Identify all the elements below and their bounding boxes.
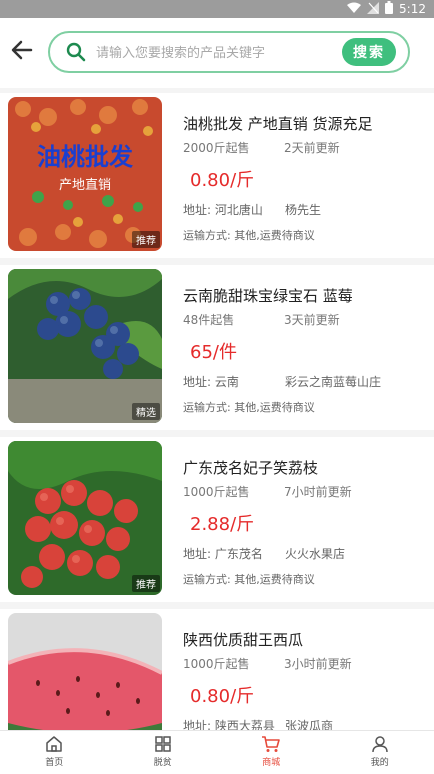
- tab-mall[interactable]: 商城: [217, 731, 326, 771]
- product-card[interactable]: 推荐 广东茂名妃子笑荔枝 1000斤起售 7小时前更新 2.88/斤 地址: 广…: [0, 437, 434, 602]
- updated-time: 7小时前更新: [284, 483, 352, 500]
- svg-text:产地直销: 产地直销: [59, 178, 111, 193]
- signal-icon: [367, 2, 379, 17]
- search-input[interactable]: [94, 41, 334, 65]
- updated-time: 2天前更新: [284, 139, 340, 156]
- product-title: 云南脆甜珠宝绿宝石 蓝莓: [183, 285, 353, 306]
- product-price: 2.88/斤: [190, 510, 254, 536]
- product-title: 广东茂名妃子笑荔枝: [183, 457, 318, 478]
- tab-label: 脱贫: [154, 755, 172, 768]
- product-card[interactable]: 精选 云南脆甜珠宝绿宝石 蓝莓 48件起售 3天前更新 65/件 地址: 云南 …: [0, 265, 434, 430]
- cart-icon: [261, 734, 281, 754]
- min-order: 1000斤起售: [183, 483, 250, 500]
- shipping-method: 运输方式: 其他,运费待商议: [183, 399, 315, 415]
- seller-name: 彩云之南蓝莓山庄: [285, 373, 381, 390]
- product-image: 推荐: [8, 441, 162, 595]
- seller-name: 杨先生: [285, 201, 321, 218]
- seller-name: 火火水果店: [285, 545, 345, 562]
- min-order: 2000斤起售: [183, 139, 250, 156]
- tab-label: 首页: [45, 755, 63, 768]
- product-address: 地址: 河北唐山: [183, 201, 263, 218]
- min-order: 1000斤起售: [183, 655, 250, 672]
- search-bar: 搜索: [48, 31, 410, 73]
- badge: 推荐: [132, 575, 160, 592]
- status-time: 5:12: [399, 2, 426, 16]
- grid-icon: [153, 734, 173, 754]
- shipping-method: 运输方式: 其他,运费待商议: [183, 571, 315, 587]
- search-icon: [66, 42, 86, 62]
- product-card[interactable]: 油桃批发 产地直销 推荐 油桃批发 产地直销 货源充足 2000斤起售 2天前更…: [0, 93, 434, 258]
- product-address: 地址: 广东茂名: [183, 545, 263, 562]
- tab-poverty[interactable]: 脱贫: [109, 731, 218, 771]
- product-title: 陕西优质甜王西瓜: [183, 629, 303, 650]
- tab-home[interactable]: 首页: [0, 731, 109, 771]
- shipping-method: 运输方式: 其他,运费待商议: [183, 227, 315, 243]
- home-icon: [44, 734, 64, 754]
- arrow-left-icon: [10, 38, 34, 62]
- product-price: 65/件: [190, 338, 237, 364]
- back-button[interactable]: [10, 38, 34, 62]
- updated-time: 3天前更新: [284, 311, 340, 328]
- product-address: 地址: 云南: [183, 373, 239, 390]
- tab-label: 我的: [371, 755, 389, 768]
- badge: 推荐: [132, 231, 160, 248]
- user-icon: [370, 734, 390, 754]
- badge: 精选: [132, 403, 160, 420]
- product-image: 精选: [8, 269, 162, 423]
- bottom-tab-bar: 首页 脱贫 商城 我的: [0, 730, 434, 771]
- product-price: 0.80/斤: [190, 166, 254, 192]
- search-button[interactable]: 搜索: [342, 38, 396, 66]
- product-image: 油桃批发 产地直销 推荐: [8, 97, 162, 251]
- svg-text:油桃批发: 油桃批发: [37, 143, 133, 171]
- header: 搜索: [0, 18, 434, 88]
- updated-time: 3小时前更新: [284, 655, 352, 672]
- product-price: 0.80/斤: [190, 682, 254, 708]
- battery-icon: [385, 1, 393, 17]
- wifi-icon: [347, 2, 361, 17]
- product-title: 油桃批发 产地直销 货源充足: [183, 113, 373, 134]
- status-bar: 5:12: [0, 0, 434, 18]
- tab-label: 商城: [262, 755, 280, 768]
- tab-mine[interactable]: 我的: [326, 731, 434, 771]
- min-order: 48件起售: [183, 311, 234, 328]
